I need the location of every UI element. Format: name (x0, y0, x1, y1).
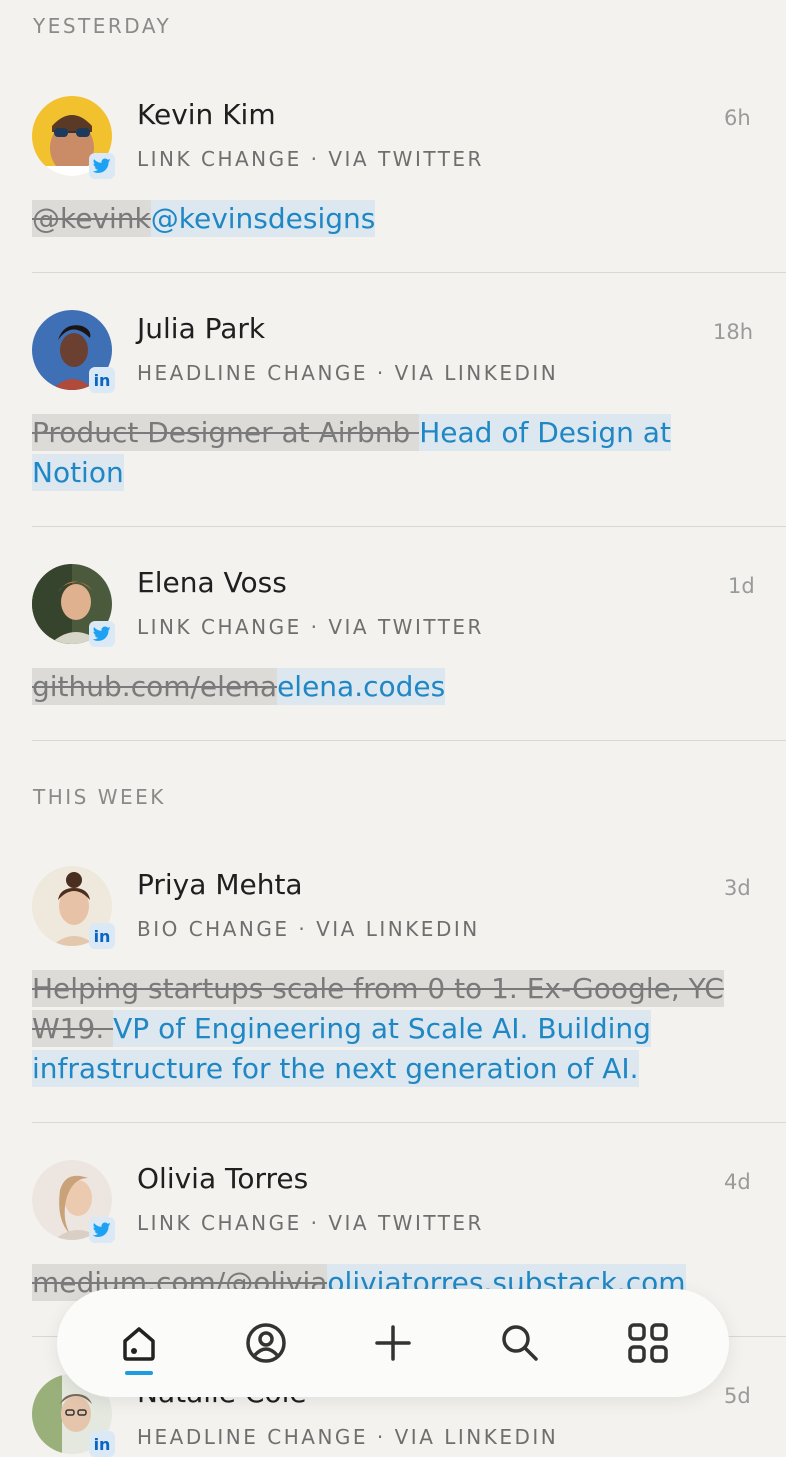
new-value[interactable]: elena.codes (277, 668, 446, 705)
section-header-this-week: THIS WEEK (33, 785, 166, 809)
grid-icon[interactable] (624, 1319, 672, 1367)
divider (32, 1122, 786, 1123)
change-meta: LINK CHANGE · VIA TWITTER (137, 615, 484, 639)
change-meta: HEADLINE CHANGE · VIA LINKEDIN (137, 1425, 559, 1449)
change-diff: Product Designer at Airbnb Head of Desig… (32, 413, 692, 493)
divider (32, 526, 786, 527)
twitter-icon (89, 621, 115, 647)
person-name: Kevin Kim (137, 98, 276, 131)
new-value[interactable]: @kevinsdesigns (150, 200, 376, 237)
linkedin-icon: in (89, 1431, 115, 1457)
change-meta: HEADLINE CHANGE · VIA LINKEDIN (137, 361, 559, 385)
person-name: Olivia Torres (137, 1162, 309, 1195)
section-header-yesterday: YESTERDAY (33, 14, 172, 38)
twitter-icon (89, 153, 115, 179)
divider (32, 272, 786, 273)
change-meta: BIO CHANGE · VIA LINKEDIN (137, 917, 480, 941)
change-meta: LINK CHANGE · VIA TWITTER (137, 147, 484, 171)
change-diff: @kevink@kevinsdesigns (32, 199, 732, 239)
add-icon[interactable] (369, 1319, 417, 1367)
linkedin-icon: in (89, 923, 115, 949)
timestamp: 18h (713, 320, 754, 344)
old-value: Product Designer at Airbnb (32, 414, 420, 451)
timestamp: 4d (724, 1170, 751, 1194)
new-value[interactable]: VP of Engineering at Scale AI. Building … (32, 1010, 651, 1087)
bottom-nav (57, 1289, 729, 1397)
search-icon[interactable] (496, 1319, 544, 1367)
change-diff: github.com/elenaelena.codes (32, 667, 732, 707)
person-name: Julia Park (137, 312, 266, 345)
change-meta: LINK CHANGE · VIA TWITTER (137, 1211, 484, 1235)
timestamp: 3d (724, 876, 751, 900)
old-value: @kevink (32, 200, 151, 237)
person-name: Elena Voss (137, 566, 287, 599)
old-value: github.com/elena (32, 668, 278, 705)
timestamp: 1d (728, 574, 755, 598)
profile-icon[interactable] (242, 1319, 290, 1367)
linkedin-icon: in (89, 367, 115, 393)
timestamp: 6h (724, 106, 751, 130)
divider (32, 740, 786, 741)
change-diff: Helping startups scale from 0 to 1. Ex-G… (32, 969, 732, 1089)
home-icon[interactable] (115, 1319, 163, 1367)
active-tab-indicator (125, 1371, 153, 1375)
twitter-icon (89, 1217, 115, 1243)
timestamp: 5d (724, 1384, 751, 1408)
person-name: Priya Mehta (137, 868, 303, 901)
